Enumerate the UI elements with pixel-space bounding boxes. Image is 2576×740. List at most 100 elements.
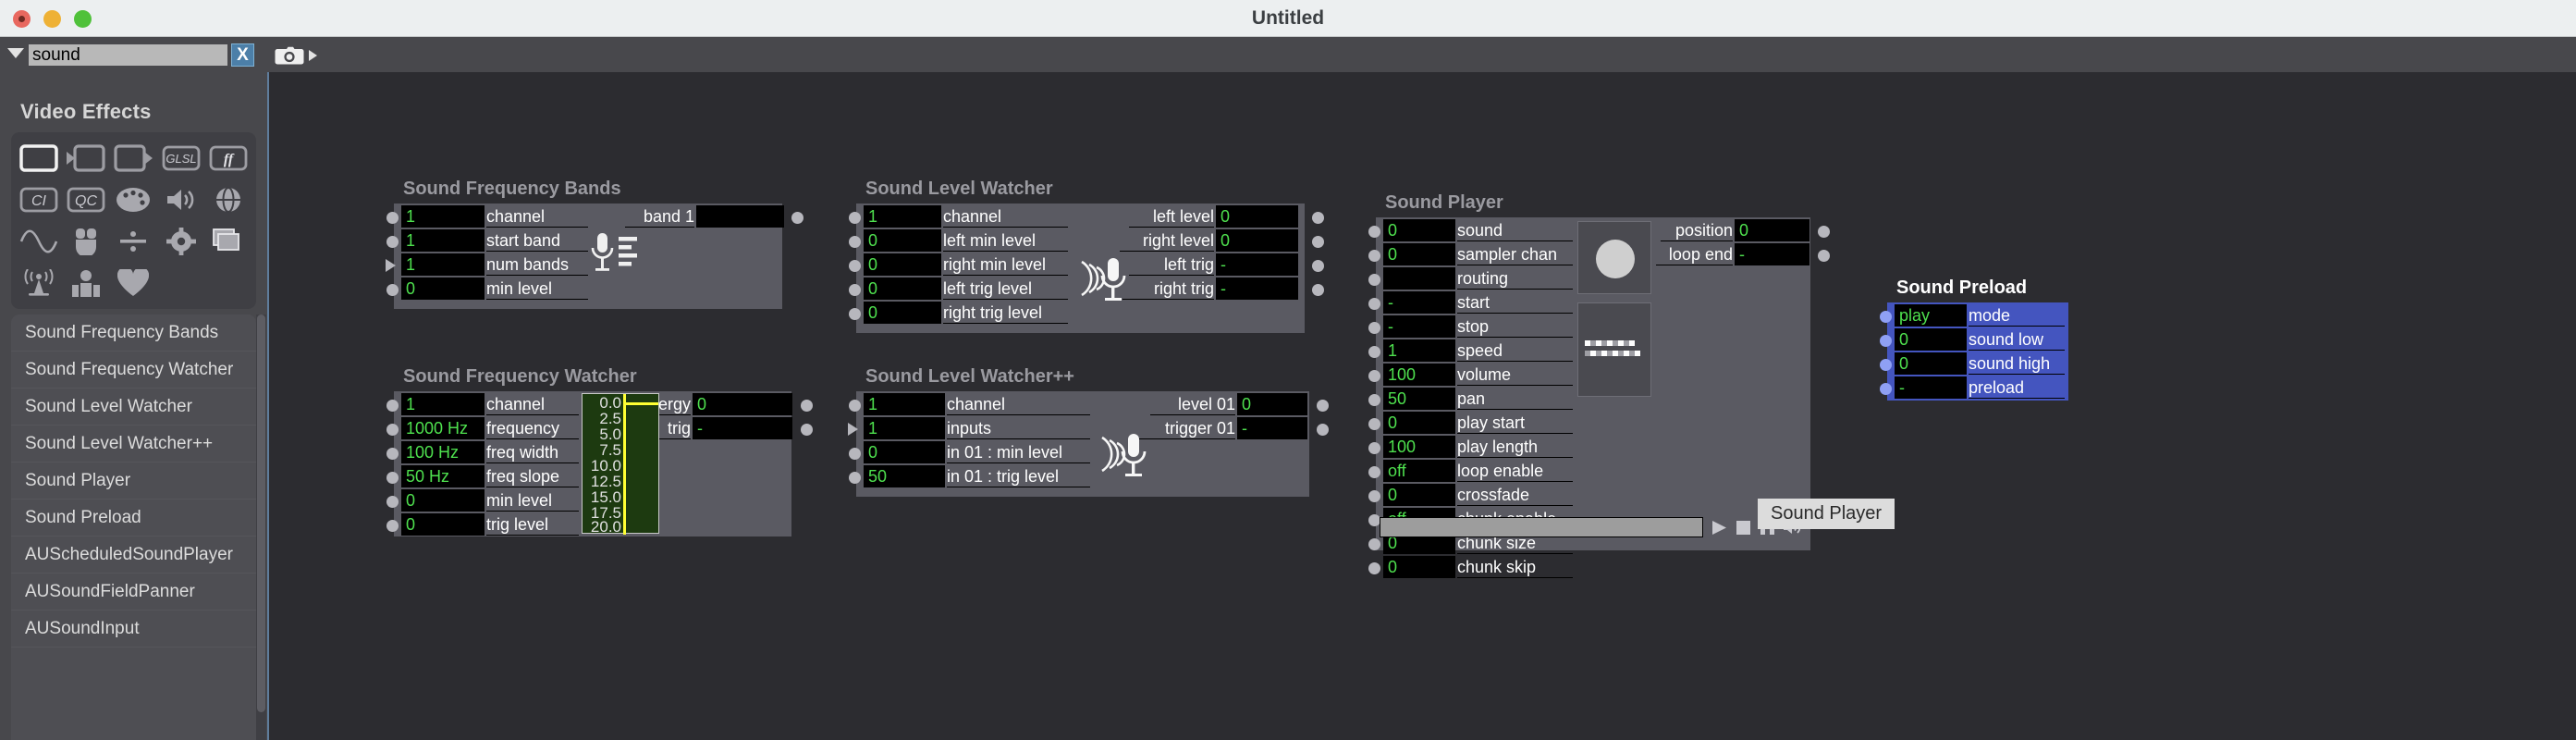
output-value[interactable]: - [1735,243,1809,265]
input-value[interactable]: 0 [864,278,941,300]
input-value[interactable]: - [1383,291,1455,314]
output-plug[interactable] [1818,250,1830,262]
node-sound-player[interactable]: Sound Player 0 sound position 0 0 sample… [1368,192,1830,578]
input-value[interactable]: 0 [1383,484,1455,506]
globe-icon[interactable] [205,179,252,221]
search-results-list[interactable]: Sound Frequency Bands Sound Frequency Wa… [11,314,256,740]
input-value[interactable]: play [1895,304,1967,327]
input-value[interactable]: 1 [401,229,485,252]
input-plug[interactable] [386,212,399,224]
list-item[interactable]: AUSoundFieldPanner [11,574,256,610]
output-plug[interactable] [1312,236,1324,248]
input-value[interactable]: 0 [1895,328,1967,351]
node-body[interactable]: 1 channel band 1 1 start band 1 num band… [386,204,803,309]
input-plug[interactable] [849,212,861,224]
input-plug[interactable] [386,472,399,484]
node-sound-level-watcher[interactable]: Sound Level Watcher 1 channel left level… [849,179,1324,333]
sound-thumbnail-preview[interactable] [1577,221,1651,294]
input-plug[interactable] [1368,562,1380,574]
input-plug[interactable] [1880,335,1892,347]
output-plug[interactable] [791,212,803,224]
input-value[interactable]: - [1895,376,1967,399]
input-plug[interactable] [386,400,399,412]
output-value[interactable]: 0 [1216,205,1298,228]
node-sound-level-watcher-plusplus[interactable]: Sound Level Watcher++ 1 channel level 01… [848,366,1329,497]
input-value[interactable]: 1 [401,393,485,415]
output-value[interactable]: 0 [1216,229,1298,252]
input-value[interactable]: 0 [1383,412,1455,434]
sound-pattern-preview[interactable] [1577,302,1651,397]
input-value[interactable]: 1 [1383,339,1455,362]
input-value[interactable]: 0 [864,253,941,276]
output-plug[interactable] [1317,424,1329,436]
node-body[interactable]: 1 channel energy 0 1000 Hz frequency tri… [386,391,813,536]
input-value[interactable]: 50 [1383,388,1455,410]
node-body[interactable]: 1 channel left level 0 0 left min level … [849,204,1324,333]
output-value[interactable]: - [1216,278,1298,300]
input-value[interactable]: 0 [401,278,485,300]
layers-icon[interactable] [205,221,252,263]
input-value[interactable]: 1000 Hz [401,417,485,439]
input-plug[interactable] [1880,359,1892,371]
input-value[interactable]: 1 [401,205,485,228]
list-item[interactable]: Sound Preload [11,500,256,536]
output-value[interactable]: 0 [1735,219,1809,241]
gl-icon[interactable]: GLSL [157,138,204,179]
sine-wave-icon[interactable] [15,221,62,263]
input-value[interactable]: 50 Hz [401,465,485,487]
rectangle-icon[interactable] [15,138,62,179]
input-value[interactable]: 100 [1383,436,1455,458]
input-plug[interactable] [849,236,861,248]
input-value[interactable]: off [1383,460,1455,482]
input-value[interactable]: 0 [401,489,485,512]
list-item[interactable]: AUSoundInput [11,610,256,648]
input-value[interactable]: 1 [864,393,945,415]
node-body[interactable]: 1 channel level 01 0 1 inputs trigger 01… [848,391,1329,497]
input-value[interactable]: 1 [864,417,945,439]
input-value[interactable]: 0 [864,441,945,463]
input-value[interactable]: 50 [864,465,945,487]
input-value[interactable]: 0 [401,513,485,536]
patch-canvas[interactable]: Sound Frequency Bands 1 channel band 1 1… [269,72,2576,740]
output-value[interactable]: - [1237,417,1307,439]
input-plug[interactable] [1368,418,1380,430]
input-plug[interactable] [386,236,399,248]
input-plug[interactable] [1368,490,1380,502]
input-plug-expandable[interactable] [848,423,858,436]
output-plug[interactable] [801,424,813,436]
input-plug[interactable] [1368,250,1380,262]
output-plug[interactable] [801,400,813,412]
input-value[interactable]: 1 [401,253,485,276]
arrow-out-of-box-icon[interactable] [110,138,157,179]
heart-icon[interactable] [110,262,157,303]
input-plug[interactable] [849,472,861,484]
ci-icon[interactable]: CI [15,179,62,221]
input-plug[interactable] [849,284,861,296]
palette-icon[interactable] [110,179,157,221]
input-plug[interactable] [386,424,399,436]
input-plug[interactable] [386,284,399,296]
input-plug[interactable] [1368,226,1380,238]
play-icon[interactable] [1711,520,1728,540]
camera-icon[interactable] [275,46,304,65]
list-item[interactable]: AUScheduledSoundPlayer [11,536,256,574]
input-plug[interactable] [1368,274,1380,286]
input-plug[interactable] [1368,370,1380,382]
output-plug[interactable] [1312,260,1324,272]
output-plug[interactable] [1312,212,1324,224]
output-plug[interactable] [1312,284,1324,296]
output-plug[interactable] [1818,226,1830,238]
output-value[interactable] [696,205,784,228]
broadcast-icon[interactable] [15,262,62,303]
triangle-down-icon[interactable] [7,48,24,58]
node-sound-frequency-bands[interactable]: Sound Frequency Bands 1 channel band 1 1… [386,179,803,309]
input-plug[interactable] [1368,466,1380,478]
input-value[interactable]: 100 [1383,364,1455,386]
input-plug[interactable] [1368,322,1380,334]
person-icon[interactable] [62,262,109,303]
input-plug[interactable] [1368,346,1380,358]
output-plug[interactable] [1317,400,1329,412]
input-plug[interactable] [849,308,861,320]
qc-icon[interactable]: QC [62,179,109,221]
list-item[interactable]: Sound Frequency Bands [11,314,256,352]
